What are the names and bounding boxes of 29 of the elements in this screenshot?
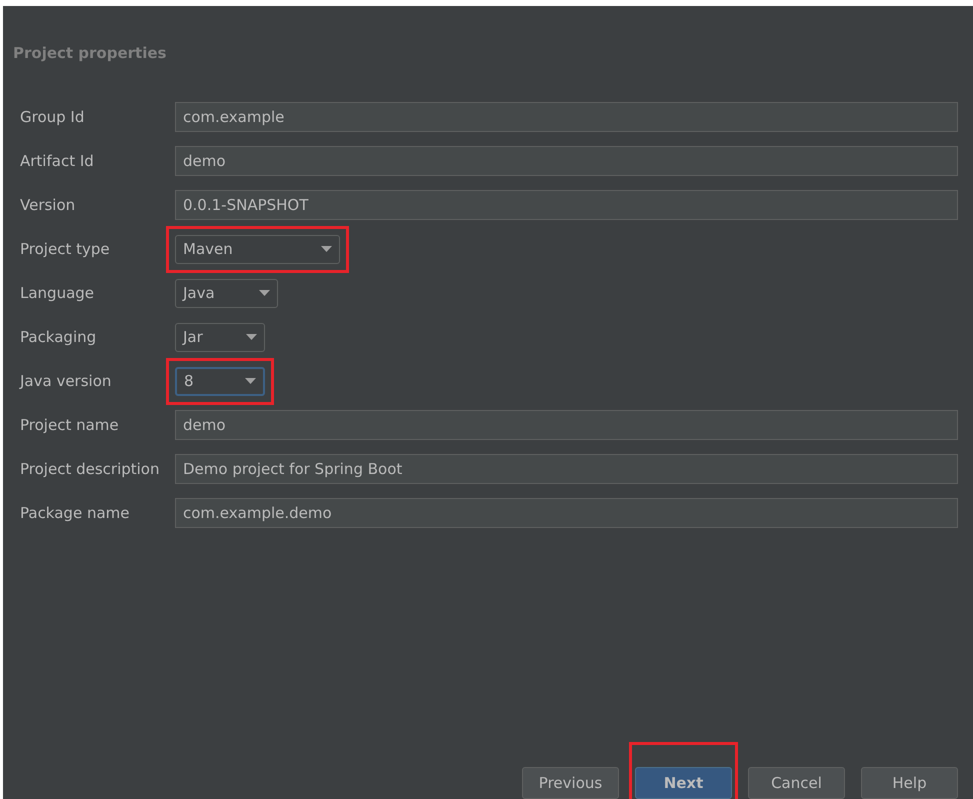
- dropdown[interactable]: Maven: [175, 234, 340, 264]
- field-label: Group Id: [20, 106, 86, 128]
- field-label: Packaging: [20, 326, 98, 348]
- dialog-button[interactable]: Previous: [522, 767, 619, 799]
- input-field[interactable]: com.example: [175, 102, 958, 132]
- input-field[interactable]: 0.0.1-SNAPSHOT: [175, 190, 958, 220]
- caret-icon: [245, 378, 256, 384]
- input-field[interactable]: Demo project for Spring Boot: [175, 454, 958, 484]
- field-label: Project type: [20, 238, 111, 260]
- input-field[interactable]: demo: [175, 410, 958, 440]
- caret-icon: [259, 290, 270, 296]
- input-field[interactable]: com.example.demo: [175, 498, 958, 528]
- dialog-button[interactable]: Help: [861, 767, 958, 799]
- dialog-button[interactable]: Next: [635, 767, 732, 799]
- field-label: Package name: [20, 502, 130, 524]
- caret-icon: [321, 246, 332, 252]
- field-label: Project description: [20, 458, 160, 480]
- field-label: Project name: [20, 414, 120, 436]
- field-label: Java version: [20, 370, 112, 392]
- section-title: Project properties: [13, 43, 166, 64]
- dropdown[interactable]: 8: [175, 366, 265, 396]
- dropdown[interactable]: Java: [175, 278, 278, 308]
- field-label: Version: [20, 194, 76, 216]
- field-label: Language: [20, 282, 96, 304]
- dropdown[interactable]: Jar: [175, 322, 265, 352]
- field-label: Artifact Id: [20, 150, 95, 172]
- caret-icon: [246, 334, 257, 340]
- input-field[interactable]: demo: [175, 146, 958, 176]
- dialog-button[interactable]: Cancel: [748, 767, 845, 799]
